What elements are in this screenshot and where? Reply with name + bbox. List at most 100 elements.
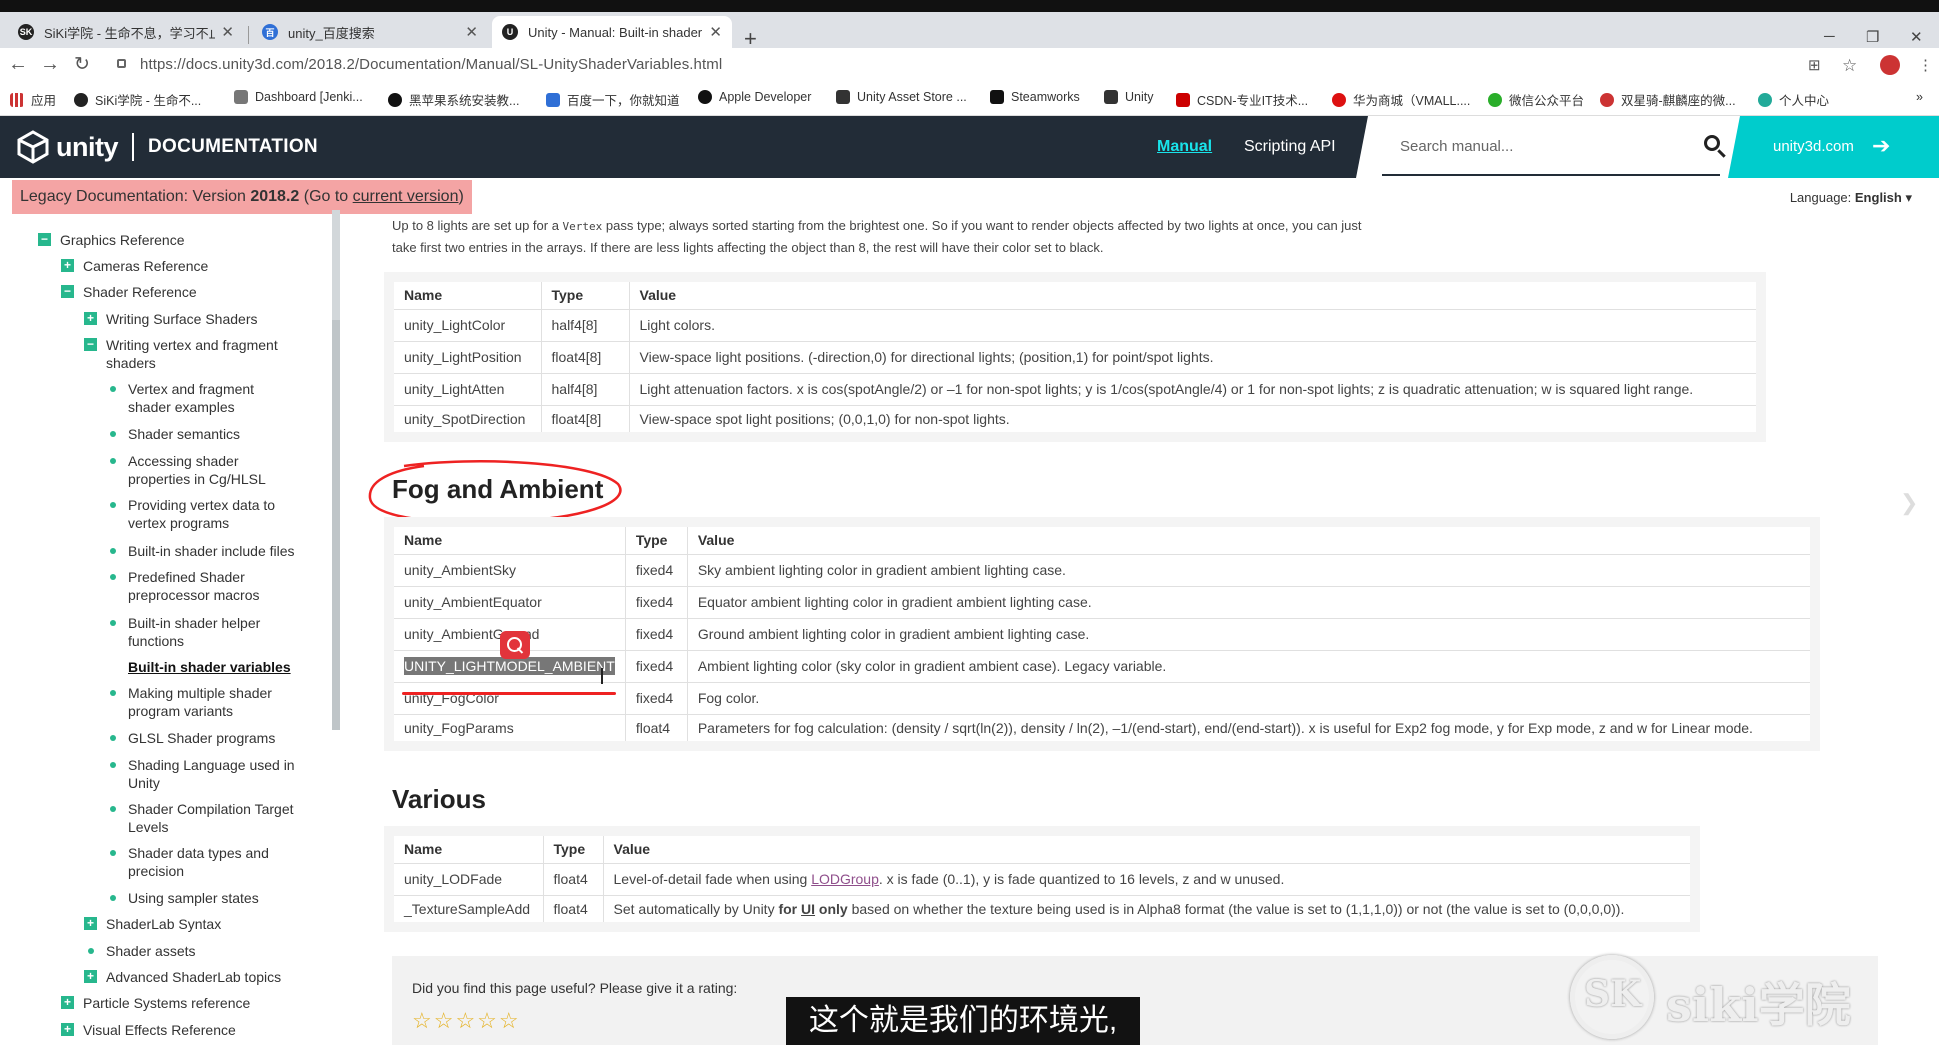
sidebar-item-shaderlab-syntax[interactable]: + ShaderLab Syntax xyxy=(84,915,221,933)
value-bold: UI xyxy=(801,900,816,917)
column-header-value: Value xyxy=(686,521,1816,555)
expand-icon[interactable]: + xyxy=(61,996,74,1009)
sidebar-item-sampler-states[interactable]: Using sampler states xyxy=(110,889,259,907)
unity-icon xyxy=(836,90,850,104)
sidebar-item-include-files[interactable]: Built-in shader include files xyxy=(110,542,295,560)
bookmark-weibo[interactable]: 双星骑-麒麟座的微... xyxy=(1600,90,1736,109)
new-tab-icon[interactable]: + xyxy=(744,28,757,50)
bookmark-asset-store[interactable]: Unity Asset Store ... xyxy=(836,90,967,104)
tab-baidu[interactable]: 百 unity_百度搜索 ✕ xyxy=(252,16,488,48)
expand-icon[interactable]: + xyxy=(84,312,97,325)
jenkins-icon xyxy=(234,90,248,104)
back-icon[interactable]: ← xyxy=(8,53,28,76)
restore-icon[interactable]: ❐ xyxy=(1866,28,1879,46)
sidebar-item-data-types-precision[interactable]: Shader data types and precision xyxy=(110,844,269,880)
sidebar-item-helper-functions[interactable]: Built-in shader helper functions xyxy=(110,614,260,650)
bookmark-jenkins[interactable]: Dashboard [Jenki... xyxy=(234,90,363,104)
language-label: Language: xyxy=(1789,190,1852,205)
close-tab-icon[interactable]: ✕ xyxy=(709,23,722,41)
legacy-version: 2018.2 xyxy=(250,188,300,205)
expand-icon[interactable]: + xyxy=(61,1023,74,1036)
translate-icon[interactable]: ⊞ xyxy=(1808,56,1821,74)
bookmark-star-icon[interactable]: ☆ xyxy=(1842,56,1857,76)
nav-scripting-api-link[interactable]: Scripting API xyxy=(1244,138,1336,156)
sidebar-item-label: Providing vertex data to xyxy=(128,497,276,513)
sidebar-item-graphics-reference[interactable]: − Graphics Reference xyxy=(38,231,185,249)
sidebar-item-writing-vertex-fragment[interactable]: − Writing vertex and fragment shaders xyxy=(84,336,278,372)
zoom-magnifier-icon[interactable] xyxy=(500,631,530,659)
collapse-icon[interactable]: − xyxy=(38,233,51,246)
bullet-icon xyxy=(110,806,116,812)
sidebar-item-advanced-shaderlab[interactable]: + Advanced ShaderLab topics xyxy=(84,968,281,986)
sidebar-item-label: vertex programs xyxy=(128,515,230,531)
current-version-link[interactable]: current version xyxy=(353,188,459,205)
sidebar-item-particle-systems[interactable]: + Particle Systems reference xyxy=(61,994,250,1012)
bookmark-baidu[interactable]: 百度一下，你就知道 xyxy=(546,90,680,109)
baidu-icon xyxy=(546,92,560,107)
bookmark-unity[interactable]: Unity xyxy=(1104,90,1153,104)
steam-icon xyxy=(990,90,1004,104)
sidebar-item-accessing-shader-properties[interactable]: Accessing shader properties in Cg/HLSL xyxy=(110,452,266,488)
close-window-icon[interactable]: ✕ xyxy=(1910,28,1923,46)
sidebar-item-builtin-shader-variables[interactable]: Built-in shader variables xyxy=(128,658,291,676)
sidebar-item-vertex-fragment-examples[interactable]: Vertex and fragment shader examples xyxy=(110,380,254,416)
sidebar-item-label: Built-in shader include files xyxy=(128,543,295,559)
minimize-icon[interactable]: ─ xyxy=(1824,28,1835,45)
bookmark-siki[interactable]: SiKi学院 - 生命不... xyxy=(74,90,201,109)
sidebar-item-visual-effects[interactable]: + Visual Effects Reference xyxy=(61,1021,236,1039)
cell-value: Equator ambient lighting color in gradie… xyxy=(686,585,1816,619)
selected-text[interactable]: UNITY_LIGHTMODEL_AMBIENT xyxy=(404,657,615,675)
bookmark-steamworks[interactable]: Steamworks xyxy=(990,90,1080,104)
search-manual[interactable]: Search manual... xyxy=(1356,116,1740,178)
lock-icon xyxy=(117,59,126,68)
sidebar-item-glsl-shader-programs[interactable]: GLSL Shader programs xyxy=(110,729,275,747)
language-selector[interactable]: Language: English ▾ xyxy=(1790,190,1912,206)
sidebar-item-shading-language[interactable]: Shading Language used in Unity xyxy=(110,756,295,792)
forward-icon[interactable]: → xyxy=(40,53,60,76)
cell-name: _TextureSampleAdd xyxy=(388,894,544,928)
nav-manual-link[interactable]: Manual xyxy=(1157,138,1212,156)
close-tab-icon[interactable]: ✕ xyxy=(465,23,478,41)
tab-siki[interactable]: SK SiKi学院 - 生命不息，学习不止! ✕ xyxy=(8,16,244,48)
collapse-icon[interactable]: − xyxy=(84,338,97,351)
sidebar-item-label: Making multiple shader xyxy=(128,685,272,701)
expand-icon[interactable]: + xyxy=(84,970,97,983)
reload-icon[interactable]: ↻ xyxy=(74,53,90,76)
lodgroup-link[interactable]: LODGroup xyxy=(811,871,879,887)
collapse-icon[interactable]: − xyxy=(61,285,74,298)
search-input[interactable]: Search manual... xyxy=(1400,138,1513,155)
unity3d-link[interactable]: unity3d.com ➔ xyxy=(1728,116,1939,178)
bookmark-csdn[interactable]: CSDN-专业IT技术... xyxy=(1176,90,1308,109)
bookmark-huawei[interactable]: 华为商城（VMALL.... xyxy=(1332,90,1470,109)
expand-icon[interactable]: + xyxy=(84,917,97,930)
sidebar-item-preprocessor-macros[interactable]: Predefined Shader preprocessor macros xyxy=(110,568,260,604)
sidebar-item-compilation-target[interactable]: Shader Compilation Target Levels xyxy=(110,800,294,836)
cell-type: fixed4 xyxy=(624,681,688,715)
menu-icon[interactable]: ⋮ xyxy=(1918,56,1933,74)
bookmark-wechat[interactable]: 微信公众平台 xyxy=(1488,90,1584,109)
sidebar-item-providing-vertex-data[interactable]: Providing vertex data to vertex programs xyxy=(110,496,276,532)
rating-stars[interactable]: ☆☆☆☆☆ xyxy=(412,1008,521,1034)
unity-logo[interactable]: unity DOCUMENTATION xyxy=(16,130,318,164)
language-value: English xyxy=(1854,190,1902,205)
watermark-logo: SK xyxy=(1584,973,1642,1015)
bookmarks-bar: 应用 SiKi学院 - 生命不... Dashboard [Jenki... 黑… xyxy=(0,82,1939,116)
url-field[interactable]: https://docs.unity3d.com/2018.2/Document… xyxy=(140,56,722,73)
more-bookmarks-icon[interactable]: » xyxy=(1916,90,1923,104)
sidebar-item-shader-reference[interactable]: − Shader Reference xyxy=(61,283,197,301)
sidebar-item-writing-surface-shaders[interactable]: + Writing Surface Shaders xyxy=(84,310,257,328)
search-icon[interactable] xyxy=(1704,135,1720,151)
tab-unity-manual[interactable]: U Unity - Manual: Built-in shader ✕ xyxy=(492,16,732,48)
sidebar-item-shader-assets[interactable]: Shader assets xyxy=(88,942,196,960)
sidebar-item-shader-semantics[interactable]: Shader semantics xyxy=(110,425,240,443)
bookmark-apps[interactable]: 应用 xyxy=(10,90,56,109)
bookmark-hackintosh[interactable]: 黑苹果系统安装教... xyxy=(388,90,519,109)
sidebar-item-multiple-shader-variants[interactable]: Making multiple shader program variants xyxy=(110,684,272,720)
bookmark-personal[interactable]: 个人中心 xyxy=(1758,90,1829,109)
sidebar-item-cameras-reference[interactable]: + Cameras Reference xyxy=(61,257,208,275)
profile-avatar[interactable] xyxy=(1880,55,1900,75)
close-tab-icon[interactable]: ✕ xyxy=(221,23,234,41)
expand-icon[interactable]: + xyxy=(61,259,74,272)
bookmark-apple-developer[interactable]: Apple Developer xyxy=(698,90,811,104)
sidebar-scroll-thumb[interactable] xyxy=(332,320,340,730)
